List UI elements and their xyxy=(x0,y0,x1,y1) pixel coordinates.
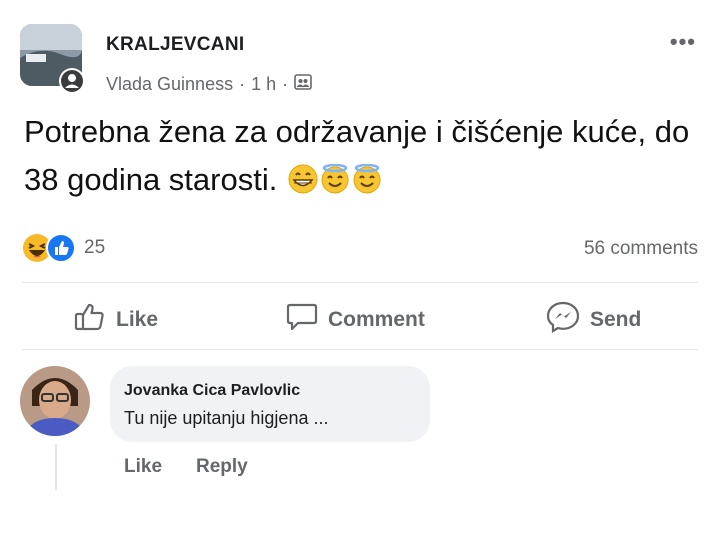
meta-separator: · xyxy=(239,74,246,94)
like-label: Like xyxy=(116,308,159,331)
messenger-icon xyxy=(546,301,580,339)
comments-count[interactable]: 56 comments xyxy=(584,238,698,260)
comment-like-link[interactable]: Like xyxy=(124,456,162,478)
grinning-face-icon xyxy=(288,160,318,194)
send-label: Send xyxy=(590,308,642,331)
meta-separator: · xyxy=(282,74,289,94)
comment-author[interactable]: Jovanka Cica Pavlovlic xyxy=(124,382,300,400)
comment-button[interactable]: Comment xyxy=(286,300,425,340)
smiling-face-with-halo-icon xyxy=(352,160,382,194)
speech-bubble-icon xyxy=(286,302,318,338)
comment-bubble xyxy=(110,366,430,442)
like-reaction-icon xyxy=(46,233,76,263)
divider xyxy=(22,282,698,283)
post-meta: Vlada Guinness · 1 h · xyxy=(106,73,312,96)
more-options-icon[interactable]: ••• xyxy=(670,29,696,55)
post-time[interactable]: 1 h xyxy=(251,74,276,95)
divider xyxy=(22,349,698,350)
group-avatar[interactable] xyxy=(20,24,86,96)
post-text-block: Potrebna žena za održavanje i čišćenje k… xyxy=(24,108,704,204)
comment-reply-link[interactable]: Reply xyxy=(196,456,248,478)
comment-text: Tu nije upitanju higjena ... xyxy=(124,408,329,428)
like-button[interactable]: Like xyxy=(74,300,158,340)
thread-line xyxy=(55,444,57,490)
reaction-count[interactable]: 25 xyxy=(84,237,105,259)
reactions-summary[interactable]: 25 xyxy=(22,233,105,263)
group-name[interactable]: KRALJEVCANI xyxy=(106,34,244,56)
members-icon xyxy=(294,73,312,96)
smiling-face-with-halo-icon xyxy=(320,160,350,194)
avatar[interactable] xyxy=(20,366,90,436)
thumbs-up-icon xyxy=(74,302,106,338)
post-author[interactable]: Vlada Guinness xyxy=(106,74,233,95)
comment-label: Comment xyxy=(328,308,425,331)
send-button[interactable]: Send xyxy=(546,300,641,340)
